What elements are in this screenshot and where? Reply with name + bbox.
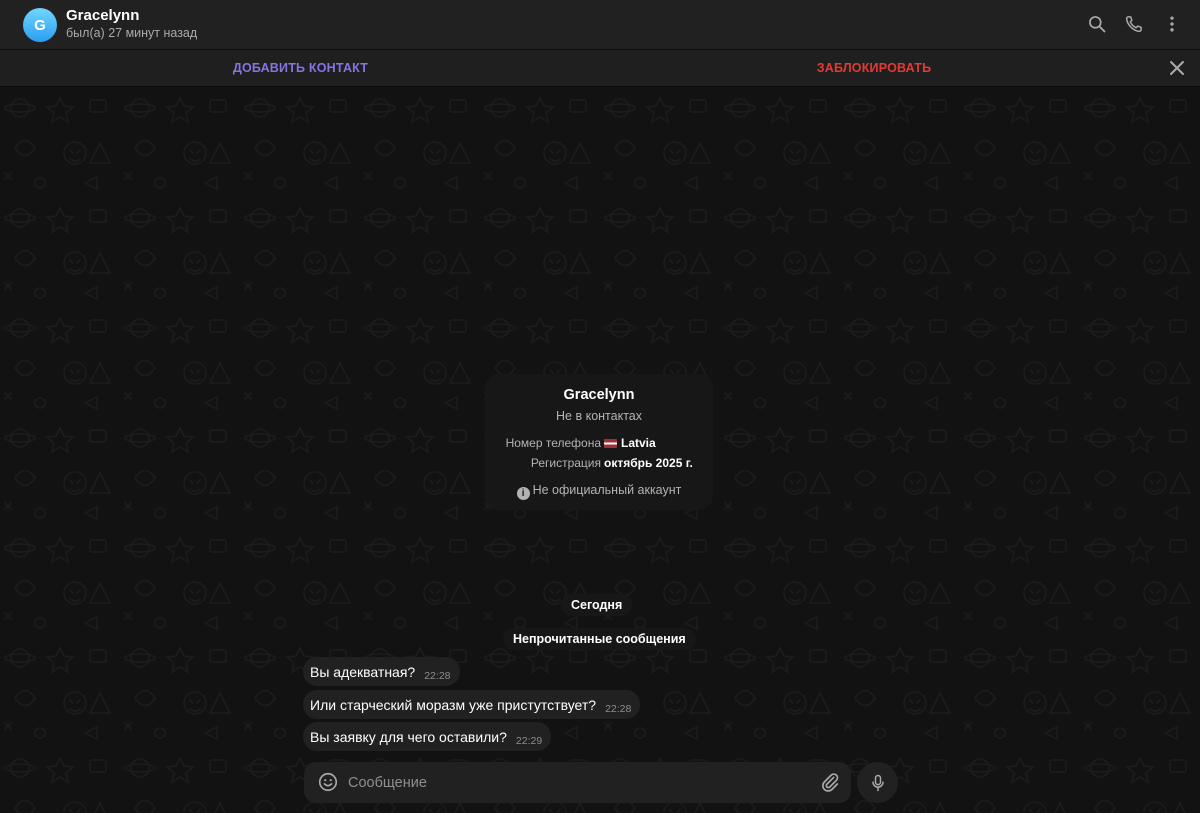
registration-value: октябрь 2025 г. [604,456,693,470]
official-note: i Не официальный аккаунт [485,483,713,500]
phone-country: Latvia [621,436,656,450]
peer-name[interactable]: Gracelynn [66,7,139,24]
avatar[interactable]: G [23,8,57,42]
message-time: 22:28 [424,669,451,682]
date-separator-today: Сегодня [561,594,633,616]
phone-label: Номер телефона [505,436,601,450]
message-text: Вы адекватная? [310,663,416,680]
message-composer [304,762,851,803]
message-input[interactable] [348,770,808,795]
info-icon: i [516,487,530,500]
peer-status: был(а) 27 минут назад [66,26,198,40]
phone-value: Latvia [604,436,656,450]
message-time: 22:29 [515,734,543,747]
official-note-text: Не официальный аккаунт [532,483,682,497]
search-icon[interactable] [1085,12,1109,36]
phone-icon[interactable] [1122,12,1146,36]
message-bubble[interactable]: Или старческий моразм уже пристутствует?… [303,690,641,719]
attach-icon[interactable] [819,771,841,793]
message-time: 22:28 [605,702,632,715]
add-contact-button[interactable]: ДОБАВИТЬ КОНТАКТ [0,50,601,87]
microphone-icon[interactable] [857,762,898,803]
registration-label: Регистрация [530,456,601,470]
chat-area[interactable]: Gracelynn Не в контактах Номер телефона … [0,88,1200,813]
chat-header[interactable]: G Gracelynn был(а) 27 минут назад [0,0,1200,50]
message-text: Или старческий моразм уже пристутствует? [310,696,597,713]
unread-separator: Непрочитанные сообщения [503,628,696,650]
contact-action-bar: ДОБАВИТЬ КОНТАКТ ЗАБЛОКИРОВАТЬ [0,50,1200,87]
latvia-flag-icon [604,439,617,448]
message-text: Вы заявку для чего оставили? [310,728,507,745]
contact-info-card: Gracelynn Не в контактах Номер телефона … [485,374,713,510]
more-vertical-icon[interactable] [1160,12,1184,36]
info-card-subtitle: Не в контактах [556,409,642,423]
emoji-icon[interactable] [317,771,339,793]
telegram-chat-window: G Gracelynn был(а) 27 минут назад ДОБАВИ… [0,0,1200,813]
message-bubble[interactable]: Вы адекватная? 22:28 [303,657,460,686]
info-card-name: Gracelynn [563,387,635,403]
close-icon[interactable] [1166,57,1188,79]
block-button[interactable]: ЗАБЛОКИРОВАТЬ [574,50,1174,87]
message-bubble[interactable]: Вы заявку для чего оставили? 22:29 [303,722,552,751]
